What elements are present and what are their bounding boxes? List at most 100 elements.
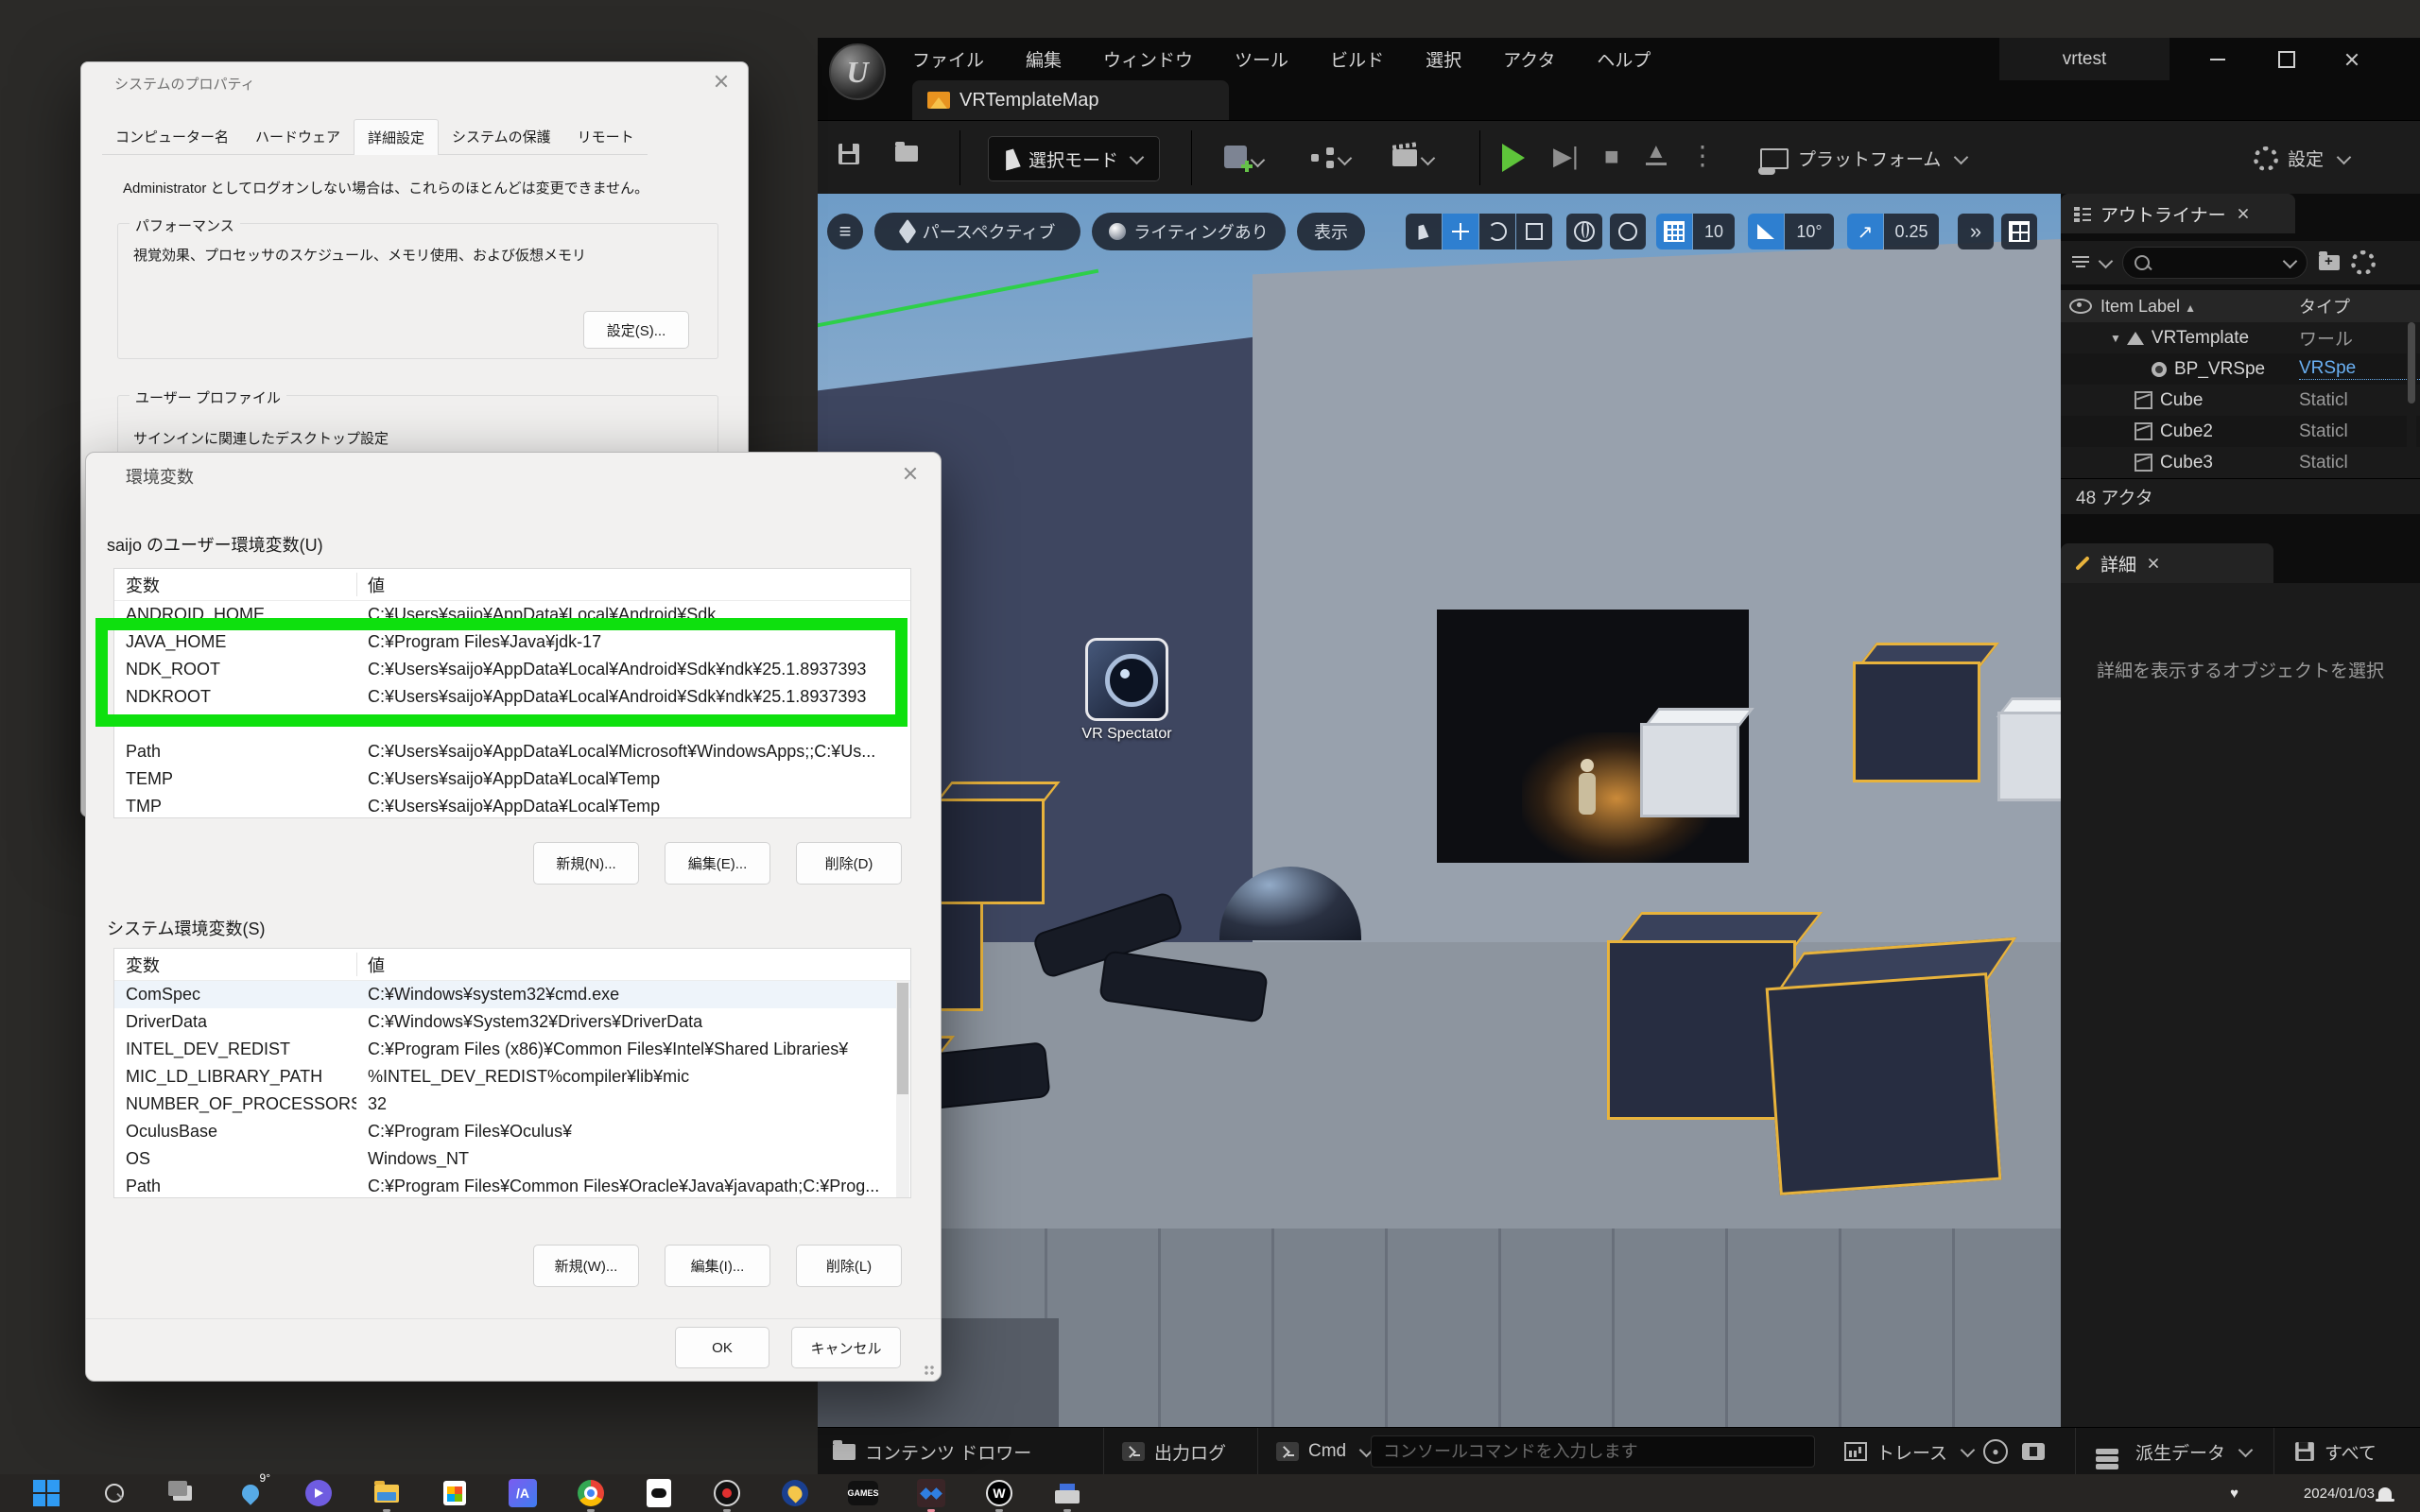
maximize-viewport-icon[interactable] (2001, 214, 2037, 249)
close-button[interactable] (2327, 38, 2377, 80)
menu-file[interactable]: ファイル (912, 46, 984, 72)
menu-tools[interactable]: ツール (1235, 46, 1288, 72)
eject-button[interactable]: ▲ (1646, 140, 1667, 165)
tray-heart-icon[interactable]: ♥ (2230, 1474, 2238, 1512)
table-row[interactable]: OculusBaseC:¥Program Files¥Oculus¥ (114, 1118, 910, 1145)
surface-snap-icon[interactable] (1610, 214, 1646, 249)
file-explorer-icon[interactable] (371, 1477, 403, 1509)
app-icon[interactable]: /A (507, 1477, 539, 1509)
vr-app-icon[interactable] (915, 1477, 947, 1509)
settings-dropdown[interactable]: 設定 (2254, 146, 2349, 171)
table-row[interactable]: INTEL_DEV_REDISTC:¥Program Files (x86)¥C… (114, 1036, 910, 1063)
screenshot-icon[interactable] (2022, 1428, 2045, 1475)
more-options-icon[interactable]: ⋮ (1689, 140, 1716, 171)
tab-outliner[interactable]: アウトライナー (2061, 194, 2295, 233)
world-space-icon[interactable] (1566, 214, 1602, 249)
scale-snap-icon[interactable]: ↗ (1847, 214, 1883, 249)
filter-icon[interactable] (2072, 256, 2089, 269)
camera-speed-icon[interactable]: » (1958, 214, 1994, 249)
tab-system-protection[interactable]: システムの保護 (439, 119, 564, 155)
col-type[interactable]: タイプ (2299, 294, 2420, 318)
table-row[interactable]: MIC_LD_LIBRARY_PATH%INTEL_DEV_REDIST%com… (114, 1063, 910, 1091)
show-dropdown[interactable]: 表示 (1297, 213, 1365, 250)
platform-dropdown[interactable]: プラットフォーム (1760, 146, 1966, 171)
search-icon[interactable] (98, 1477, 130, 1509)
table-row[interactable]: TMPC:¥Users¥saijo¥AppData¥Local¥Temp (114, 793, 910, 818)
tab-details[interactable]: 詳細 (2061, 543, 2273, 583)
rotation-snap-icon[interactable] (1748, 214, 1784, 249)
menu-edit[interactable]: 編集 (1026, 46, 1062, 72)
table-row[interactable]: DriverDataC:¥Windows¥System32¥Drivers¥Dr… (114, 1008, 910, 1036)
white-cube-actor[interactable] (1997, 712, 2061, 801)
vr-spectator-billboard[interactable] (1085, 638, 1168, 721)
task-view-icon[interactable] (166, 1477, 199, 1509)
step-button[interactable]: ▶| (1553, 142, 1579, 171)
select-tool-icon[interactable] (1406, 214, 1442, 249)
grid-snap-icon[interactable] (1656, 214, 1692, 249)
grid-snap-value[interactable]: 10 (1693, 214, 1735, 249)
table-row[interactable]: PathC:¥Users¥saijo¥AppData¥Local¥Microso… (114, 738, 910, 765)
tab-vrtemplatemap[interactable]: VRTemplateMap (912, 80, 1229, 120)
move-tool-icon[interactable] (1443, 214, 1478, 249)
col-item-label[interactable]: Item Label ▲ (2100, 297, 2196, 317)
scale-snap-value[interactable]: 0.25 (1884, 214, 1939, 249)
create-folder-icon[interactable] (2319, 255, 2340, 270)
viewport-menu-icon[interactable]: ≡ (827, 214, 863, 249)
table-scrollbar[interactable] (896, 981, 909, 1197)
outliner-row-cube[interactable]: Cube Staticl (2061, 385, 2420, 416)
system-vars-table[interactable]: 変数 値 ComSpecC:¥Windows¥system32¥cmd.exe … (113, 948, 911, 1198)
user-delete-button[interactable]: 削除(D) (796, 842, 902, 885)
menu-build[interactable]: ビルド (1330, 46, 1384, 72)
printer-app-icon[interactable] (1051, 1477, 1083, 1509)
rotate-tool-icon[interactable] (1479, 214, 1515, 249)
blueprints-dropdown[interactable] (1311, 147, 1350, 171)
browse-content-icon[interactable] (895, 146, 918, 166)
user-new-button[interactable]: 新規(N)... (533, 842, 639, 885)
oculus-icon[interactable] (643, 1477, 675, 1509)
cinematics-dropdown[interactable] (1392, 149, 1433, 171)
save-all-button[interactable]: すべて (2294, 1428, 2377, 1475)
outliner-row-cube3[interactable]: Cube3 Staticl (2061, 447, 2420, 478)
save-icon[interactable] (838, 144, 859, 169)
insights-record-icon[interactable]: ● (1983, 1428, 2008, 1475)
outliner-row-vrtemplate[interactable]: ▼ VRTemplate ワール (2061, 322, 2420, 353)
output-log-button[interactable]: 出力ログ (1122, 1428, 1226, 1475)
play-button[interactable] (1502, 144, 1525, 177)
scale-tool-icon[interactable] (1516, 214, 1552, 249)
outliner-row-bpvrspectator[interactable]: BP_VRSpe VRSpe (2061, 353, 2420, 385)
trace-dropdown[interactable]: トレース (1844, 1428, 1973, 1475)
tab-advanced[interactable]: 詳細設定 (354, 119, 439, 155)
app-icon[interactable] (779, 1477, 811, 1509)
minimize-button[interactable] (2193, 38, 2242, 80)
menu-select[interactable]: 選択 (1426, 46, 1461, 72)
resize-grip[interactable] (924, 1365, 935, 1376)
chrome-icon[interactable] (575, 1477, 607, 1509)
derived-data-dropdown[interactable]: 派生データ (2096, 1428, 2251, 1475)
cube-actor[interactable] (931, 799, 1045, 904)
maximize-button[interactable] (2262, 38, 2311, 80)
table-row[interactable]: PathC:¥Program Files¥Common Files¥Oracle… (114, 1173, 910, 1198)
white-cube-actor[interactable] (1640, 723, 1739, 817)
menu-actor[interactable]: アクタ (1503, 46, 1555, 72)
menu-help[interactable]: ヘルプ (1597, 46, 1651, 72)
user-edit-button[interactable]: 編集(E)... (665, 842, 770, 885)
outliner-scrollbar[interactable] (2407, 322, 2416, 478)
cmd-dropdown[interactable]: Cmd (1276, 1428, 1372, 1475)
menu-window[interactable]: ウィンドウ (1103, 46, 1193, 72)
system-edit-button[interactable]: 編集(I)... (665, 1245, 770, 1287)
3d-viewport[interactable]: VR Spectator ≡ パースペクティブ ライティングあり 表示 10 1… (818, 194, 2061, 1427)
table-row[interactable]: TEMPC:¥Users¥saijo¥AppData¥Local¥Temp (114, 765, 910, 793)
screen-recorder-icon[interactable] (711, 1477, 743, 1509)
stop-button[interactable]: ■ (1604, 142, 1619, 171)
perspective-dropdown[interactable]: パースペクティブ (874, 213, 1080, 250)
lit-mode-dropdown[interactable]: ライティングあり (1092, 213, 1286, 250)
system-new-button[interactable]: 新規(W)... (533, 1245, 639, 1287)
select-mode-dropdown[interactable]: 選択モード (988, 136, 1160, 181)
close-icon[interactable] (2237, 208, 2249, 220)
rotation-snap-value[interactable]: 10° (1785, 214, 1834, 249)
add-actor-dropdown[interactable] (1224, 146, 1263, 173)
tab-computer-name[interactable]: コンピューター名 (102, 119, 242, 155)
meet-app-icon[interactable] (302, 1477, 335, 1509)
table-row[interactable]: NUMBER_OF_PROCESSORS32 (114, 1091, 910, 1118)
cube-actor[interactable] (1766, 972, 2002, 1195)
